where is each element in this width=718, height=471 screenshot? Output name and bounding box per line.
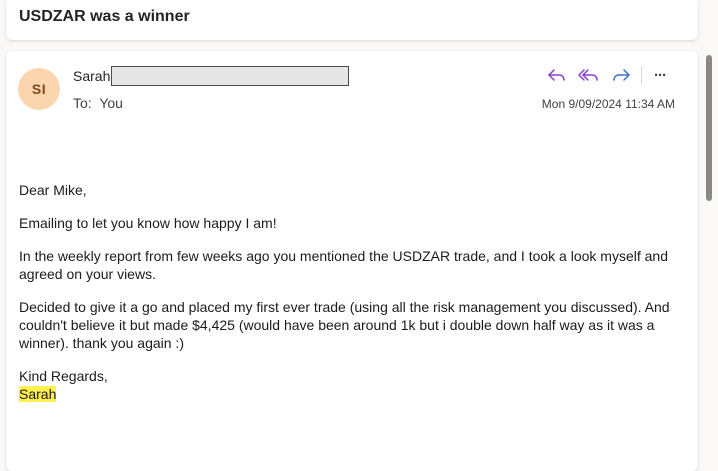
recipient-name[interactable]: You <box>99 95 123 111</box>
body-paragraph: In the weekly report from few weeks ago … <box>19 248 668 282</box>
reply-all-button[interactable] <box>575 63 603 87</box>
sender-avatar[interactable]: SI <box>18 68 60 110</box>
message-body: Dear Mike, Emailing to let you know how … <box>19 181 679 403</box>
recipient-row: To: You <box>73 95 123 111</box>
reply-icon <box>548 69 565 81</box>
sender-email-redacted <box>111 66 350 86</box>
reply-all-icon <box>578 69 598 81</box>
body-signature: Sarah <box>19 386 57 402</box>
message-actions: ··· <box>539 63 672 87</box>
actions-divider <box>641 66 642 84</box>
forward-button[interactable] <box>607 63 635 87</box>
message-card: SI Sarah To: You ··· Mon 9/09/2024 11:34… <box>6 51 698 471</box>
email-subject: USDZAR was a winner <box>19 8 190 25</box>
reply-button[interactable] <box>543 63 571 87</box>
scrollbar[interactable] <box>704 51 714 460</box>
more-actions-button[interactable]: ··· <box>648 63 672 87</box>
message-timestamp: Mon 9/09/2024 11:34 AM <box>541 97 675 111</box>
body-paragraph: Decided to give it a go and placed my fi… <box>19 299 670 351</box>
sender-row: Sarah <box>73 65 350 87</box>
forward-icon <box>613 69 630 81</box>
body-sign-off: Kind Regards, <box>19 368 108 384</box>
sender-name[interactable]: Sarah <box>73 68 110 84</box>
to-label: To: <box>73 95 92 111</box>
subject-header: USDZAR was a winner <box>6 0 698 40</box>
body-greeting: Dear Mike, <box>19 182 87 198</box>
scrollbar-thumb[interactable] <box>706 55 712 201</box>
body-paragraph: Emailing to let you know how happy I am! <box>19 215 277 231</box>
